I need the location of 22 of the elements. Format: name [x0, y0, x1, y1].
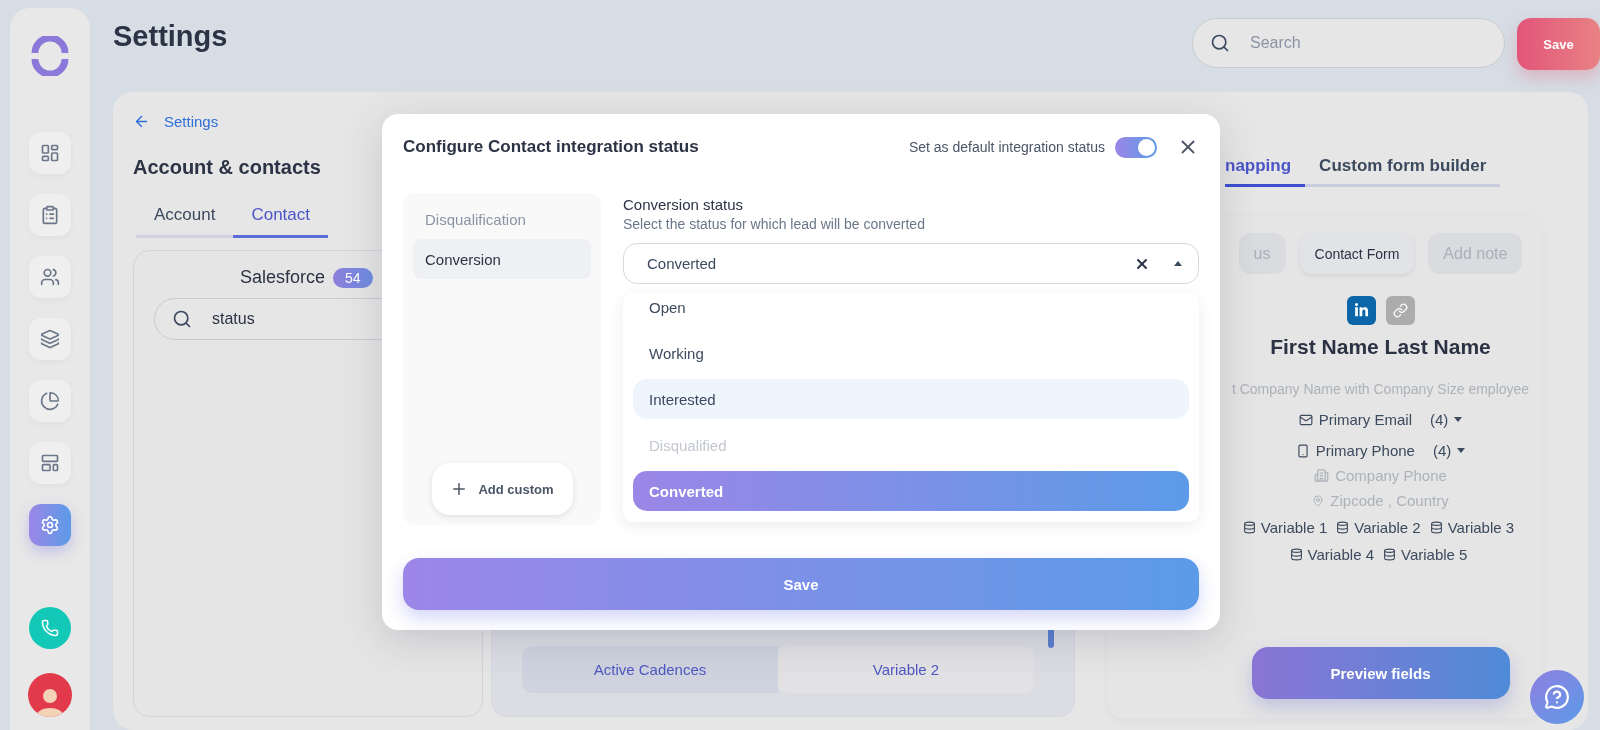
contact-field: Primary Email — [1318, 411, 1412, 428]
section-title: Account & contacts — [133, 156, 321, 179]
field-label: Conversion status — [623, 196, 745, 213]
variable-text: Variable 5 — [1401, 546, 1468, 563]
table-cell: Active Cadences — [522, 646, 778, 693]
count-text: (4) — [1430, 411, 1449, 428]
toggle-label: Set as default integration status — [908, 139, 1105, 155]
count-badge: 54 — [333, 267, 373, 288]
variable-text: Variable 1 — [1260, 519, 1328, 536]
page-title: Settings — [113, 20, 229, 53]
variable-text: Variable 3 — [1447, 519, 1515, 536]
contact-field: Zipcode , Country — [1330, 492, 1449, 509]
field-description: Select the status for which lead will be converted — [623, 216, 926, 232]
source-name: Salesforce — [240, 267, 326, 288]
contact-name: First Name Last Name — [1270, 335, 1491, 359]
variable-text: Variable 4 — [1307, 546, 1374, 563]
variable-text: Variable 2 — [1354, 519, 1421, 536]
count-text: (4) — [1432, 442, 1452, 459]
contact-field: Primary Phone — [1315, 442, 1415, 459]
table-cell: Variable 2 — [778, 646, 1034, 693]
contact-field: Company Phone — [1335, 467, 1447, 484]
dialog-title: Configure Contact integration status — [403, 137, 700, 157]
